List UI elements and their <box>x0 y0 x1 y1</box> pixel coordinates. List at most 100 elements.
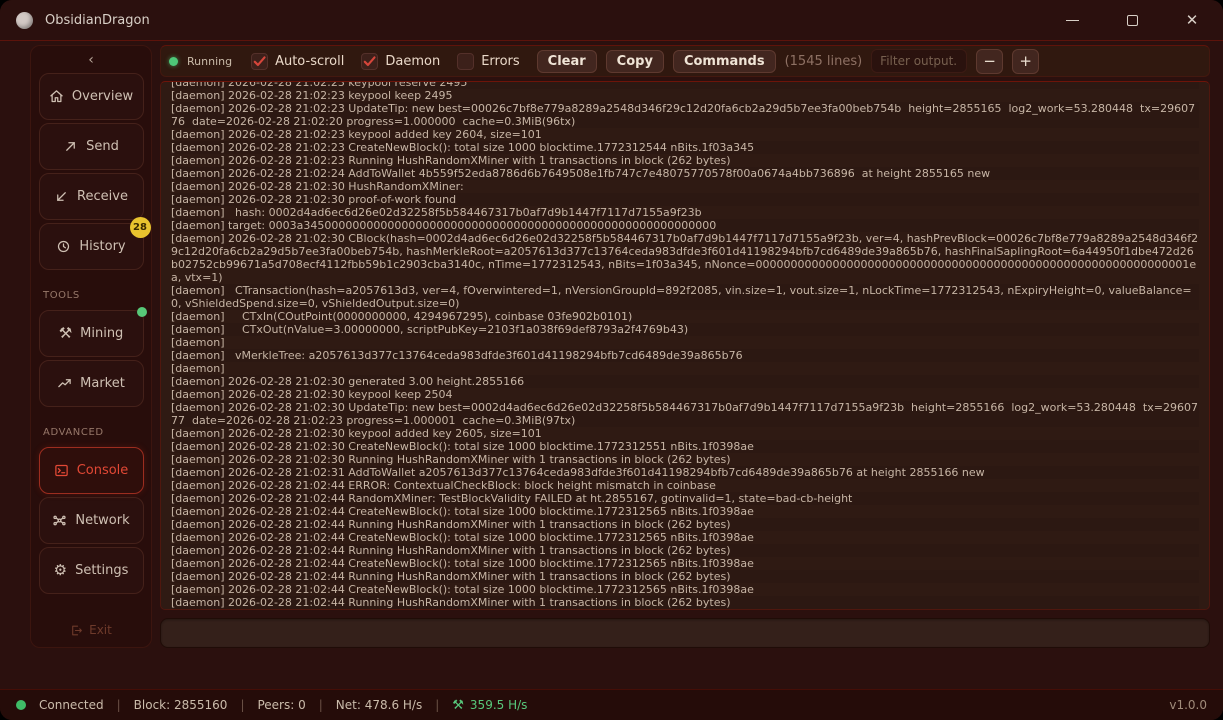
history-badge: 28 <box>130 217 151 238</box>
log-line: [daemon] 2026-02-28 21:02:44 CreateNewBl… <box>171 583 1199 596</box>
close-icon: ✕ <box>1186 11 1199 29</box>
statusbar: Connected | Block: 2855160 | Peers: 0 | … <box>0 689 1223 720</box>
version-label: v1.0.0 <box>1169 698 1207 712</box>
gear-icon: ⚙ <box>54 563 67 578</box>
sidebar-item-label: Settings <box>75 563 128 578</box>
sidebar-item-console[interactable]: Console <box>39 447 144 494</box>
chevron-left-icon: ‹ <box>88 52 94 68</box>
log-line: [daemon] 2026-02-28 21:02:30 CBlock(hash… <box>171 232 1199 284</box>
log-line: [daemon] 2026-02-28 21:02:30 keypool kee… <box>171 388 1199 401</box>
sidebar-collapse-button[interactable]: ‹ <box>78 50 104 70</box>
sidebar-section-advanced: ADVANCED <box>43 427 104 438</box>
font-decrease-button[interactable]: − <box>976 49 1003 74</box>
line-count-label: (1545 lines) <box>785 54 863 69</box>
app-logo-icon <box>16 12 33 29</box>
checkbox-label: Daemon <box>385 54 440 69</box>
statusbar-separator: | <box>319 698 323 712</box>
close-button[interactable]: ✕ <box>1179 7 1205 33</box>
log-line: [daemon] 2026-02-28 21:02:30 keypool add… <box>171 427 1199 440</box>
sidebar-item-mining[interactable]: ⚒ Mining <box>39 310 144 357</box>
log-line: [daemon] 2026-02-28 21:02:44 Running Hus… <box>171 596 1199 609</box>
errors-checkbox[interactable]: Errors <box>457 53 519 70</box>
log-line: [daemon] CTransaction(hash=a2057613d3, v… <box>171 284 1199 310</box>
history-clock-icon <box>56 239 71 254</box>
sidebar-item-settings[interactable]: ⚙ Settings <box>39 547 144 594</box>
sidebar: ‹ Overview Send Receive History 28 TOOLS <box>30 45 152 648</box>
statusbar-separator: | <box>117 698 121 712</box>
window-title: ObsidianDragon <box>45 13 150 28</box>
checkbox-label: Auto-scroll <box>275 54 344 69</box>
console-output-panel[interactable]: [daemon] 2026-02-28 21:02:23 keypool res… <box>160 81 1210 610</box>
log-line: [daemon] 2026-02-28 21:02:23 keypool res… <box>171 81 1199 89</box>
commands-button[interactable]: Commands <box>673 50 776 73</box>
log-line: [daemon] 2026-02-28 21:02:44 RandomXMine… <box>171 492 1199 505</box>
daemon-status-label: Running <box>187 55 232 68</box>
log-line: [daemon] 2026-02-28 21:02:23 UpdateTip: … <box>171 102 1199 128</box>
log-line: [daemon] CTxIn(COutPoint(0000000000, 429… <box>171 310 1199 323</box>
minimize-button[interactable] <box>1059 7 1085 33</box>
sidebar-item-label: Send <box>86 139 119 154</box>
log-line: [daemon] 2026-02-28 21:02:44 CreateNewBl… <box>171 505 1199 518</box>
filter-output-input[interactable] <box>871 49 967 73</box>
log-line: [daemon] 2026-02-28 21:02:23 keypool kee… <box>171 89 1199 102</box>
terminal-icon <box>54 463 69 478</box>
sidebar-item-label: History <box>79 239 125 254</box>
log-line: [daemon] 2026-02-28 21:02:30 generated 3… <box>171 375 1199 388</box>
checkbox-unchecked-icon <box>457 53 474 70</box>
app-window: ObsidianDragon ✕ ‹ Overview Send Receive <box>0 0 1223 720</box>
log-line: [daemon] hash: 0002d4ad6ec6d26e02d32258f… <box>171 206 1199 219</box>
font-increase-button[interactable]: + <box>1012 49 1039 74</box>
sidebar-item-label: Receive <box>77 189 128 204</box>
trend-chart-icon <box>57 376 72 391</box>
log-line: [daemon] 2026-02-28 21:02:30 CreateNewBl… <box>171 440 1199 453</box>
statusbar-separator: | <box>240 698 244 712</box>
connection-status-dot <box>16 700 26 710</box>
console-command-input[interactable] <box>160 618 1210 648</box>
copy-button[interactable]: Copy <box>606 50 664 73</box>
log-line: [daemon] <box>171 336 1199 349</box>
arrow-down-left-icon <box>54 189 69 204</box>
log-line: [daemon] 2026-02-28 21:02:30 HushRandomX… <box>171 180 1199 193</box>
clear-button[interactable]: Clear <box>537 50 597 73</box>
checkbox-checked-icon <box>251 53 268 70</box>
exit-button[interactable]: Exit <box>70 623 112 637</box>
sidebar-section-tools: TOOLS <box>43 290 80 301</box>
main-panel: Running Auto-scroll Daemon Errors Clear … <box>160 45 1210 648</box>
log-line: [daemon] 2026-02-28 21:02:23 keypool add… <box>171 128 1199 141</box>
log-line: [daemon] 2026-02-28 21:02:44 Running Hus… <box>171 518 1199 531</box>
arrow-up-right-icon <box>63 139 78 154</box>
mining-pickaxe-icon: ⚒ <box>452 698 464 713</box>
sidebar-item-market[interactable]: Market <box>39 360 144 407</box>
network-hashrate-label: Net: 478.6 H/s <box>336 698 422 712</box>
sidebar-item-send[interactable]: Send <box>39 123 144 170</box>
autoscroll-checkbox[interactable]: Auto-scroll <box>251 53 344 70</box>
log-line: [daemon] target: 0003a345000000000000000… <box>171 219 1199 232</box>
home-icon <box>49 89 64 104</box>
sidebar-item-receive[interactable]: Receive <box>39 173 144 220</box>
log-line: [daemon] CTxOut(nValue=3.00000000, scrip… <box>171 323 1199 336</box>
daemon-checkbox[interactable]: Daemon <box>361 53 440 70</box>
sidebar-item-network[interactable]: Network <box>39 497 144 544</box>
exit-label: Exit <box>89 623 112 637</box>
content-area: ‹ Overview Send Receive History 28 TOOLS <box>0 40 1223 689</box>
local-hashrate: ⚒ 359.5 H/s <box>452 698 527 713</box>
network-nodes-icon <box>52 513 67 528</box>
mining-pickaxe-icon: ⚒ <box>59 326 72 341</box>
sidebar-item-history[interactable]: History 28 <box>39 223 144 270</box>
console-toolbar: Running Auto-scroll Daemon Errors Clear … <box>160 45 1210 77</box>
checkbox-label: Errors <box>481 54 519 69</box>
statusbar-separator: | <box>435 698 439 712</box>
log-line: [daemon] 2026-02-28 21:02:44 CreateNewBl… <box>171 557 1199 570</box>
titlebar: ObsidianDragon ✕ <box>0 0 1223 40</box>
log-line: [daemon] 2026-02-28 21:02:23 Running Hus… <box>171 154 1199 167</box>
connection-status-label: Connected <box>39 698 104 712</box>
sidebar-item-overview[interactable]: Overview <box>39 73 144 120</box>
daemon-status-led <box>169 57 178 66</box>
sidebar-item-label: Console <box>77 463 129 478</box>
log-line: [daemon] 2026-02-28 21:02:44 Running Hus… <box>171 570 1199 583</box>
maximize-button[interactable] <box>1119 7 1145 33</box>
log-line: [daemon] 2026-02-28 21:02:30 proof-of-wo… <box>171 193 1199 206</box>
mining-active-dot <box>137 307 147 317</box>
sidebar-item-label: Mining <box>80 326 123 341</box>
minimize-icon <box>1066 20 1079 21</box>
